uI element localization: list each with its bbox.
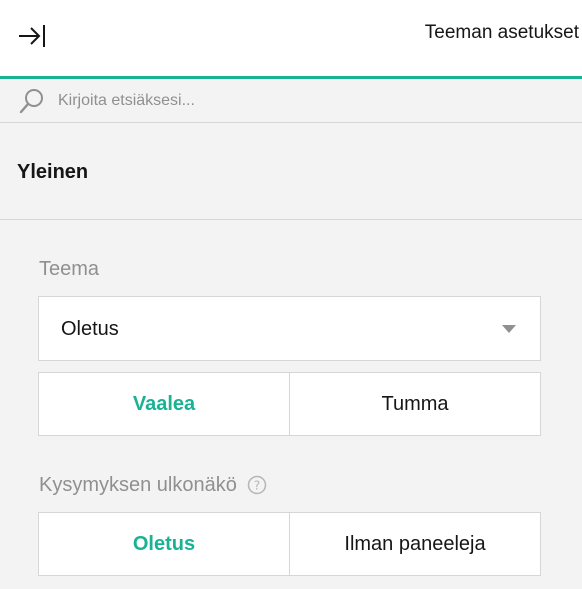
question-appearance-label: Kysymyksen ulkonäkö ?: [39, 472, 267, 498]
chevron-down-icon: [502, 325, 516, 333]
collapse-right-arrow-icon: [19, 25, 45, 47]
theme-mode-light-button[interactable]: Vaalea: [39, 373, 289, 435]
section-divider: [0, 219, 582, 220]
theme-mode-toggle: Vaalea Tumma: [38, 372, 541, 436]
svg-text:?: ?: [254, 479, 260, 493]
question-appearance-no-panels-button[interactable]: Ilman paneeleja: [289, 513, 540, 575]
question-appearance-toggle: Oletus Ilman paneeleja: [38, 512, 541, 576]
theme-label-text: Teema: [39, 258, 100, 280]
theme-mode-dark-button[interactable]: Tumma: [289, 373, 540, 435]
search-divider: [0, 122, 582, 123]
theme-dropdown[interactable]: Oletus: [38, 296, 541, 361]
search-bar: [0, 79, 558, 122]
search-input[interactable]: [58, 88, 538, 114]
theme-label: Teema: [39, 256, 99, 282]
theme-dropdown-value: Oletus: [61, 318, 119, 340]
collapse-panel-button[interactable]: [12, 18, 52, 54]
panel-title: Teeman asetukset: [424, 22, 579, 43]
search-icon: [19, 89, 43, 114]
help-circle-icon[interactable]: ?: [247, 475, 267, 495]
question-appearance-label-text: Kysymyksen ulkonäkö: [39, 474, 237, 496]
section-title-general[interactable]: Yleinen: [17, 159, 88, 185]
question-appearance-default-button[interactable]: Oletus: [39, 513, 289, 575]
property-grid-header: Teeman asetukset: [0, 0, 582, 79]
